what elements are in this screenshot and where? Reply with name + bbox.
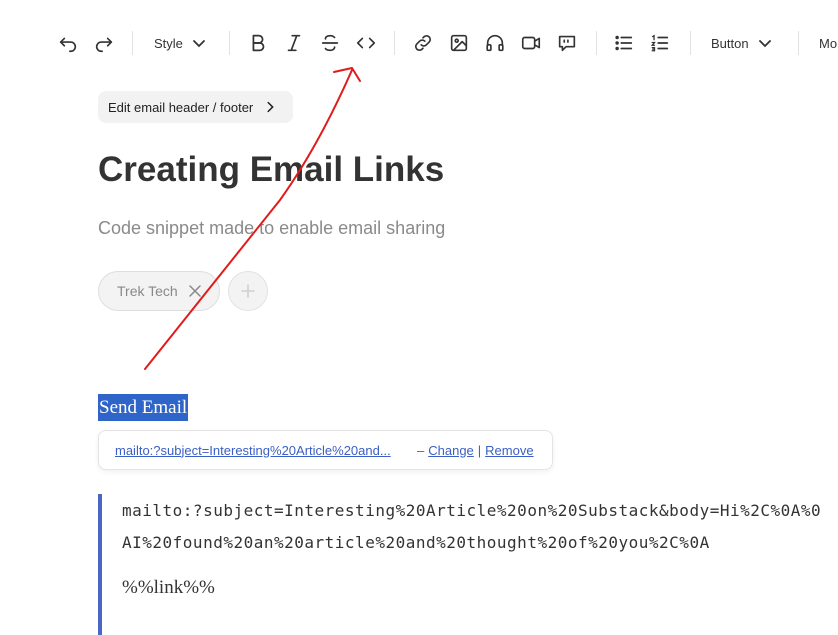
link-dash: –: [417, 442, 425, 458]
more-dropdown[interactable]: Mo: [819, 25, 837, 61]
link-separator: |: [477, 442, 482, 458]
add-tag-button[interactable]: [228, 271, 268, 311]
link-placeholder-text: %%link%%: [122, 577, 215, 598]
edit-header-footer-button[interactable]: Edit email header / footer: [98, 91, 293, 123]
post-title[interactable]: Creating Email Links: [98, 150, 444, 190]
video-icon[interactable]: [519, 25, 543, 61]
change-link-button[interactable]: Change: [428, 443, 474, 458]
tag-label: Trek Tech: [117, 283, 178, 299]
selected-link-text[interactable]: Send Email: [98, 394, 189, 421]
toolbar-divider: [798, 31, 799, 55]
toolbar-divider: [690, 31, 691, 55]
remove-link-button[interactable]: Remove: [485, 443, 533, 458]
bullet-list-icon[interactable]: [612, 25, 636, 61]
editor-toolbar: Style Button Mo: [0, 25, 838, 61]
undo-icon[interactable]: [56, 25, 80, 61]
button-dropdown[interactable]: Button: [711, 25, 773, 61]
plus-icon: [241, 284, 255, 298]
style-dropdown[interactable]: Style: [154, 25, 207, 61]
code-text: mailto:?subject=Interesting%20Article%20…: [122, 501, 822, 552]
comment-icon[interactable]: [555, 25, 579, 61]
chevron-down-icon: [758, 40, 771, 48]
blockquote[interactable]: mailto:?subject=Interesting%20Article%20…: [98, 494, 838, 635]
redo-icon[interactable]: [92, 25, 116, 61]
audio-icon[interactable]: [483, 25, 507, 61]
numbered-list-icon[interactable]: [648, 25, 672, 61]
image-icon[interactable]: [447, 25, 471, 61]
italic-icon[interactable]: [282, 25, 306, 61]
link-url[interactable]: mailto:?subject=Interesting%20Article%20…: [115, 443, 411, 458]
chevron-right-icon: [267, 101, 274, 113]
code-icon[interactable]: [354, 25, 378, 61]
toolbar-divider: [132, 31, 133, 55]
chevron-down-icon: [193, 40, 205, 48]
strikethrough-icon[interactable]: [318, 25, 342, 61]
bold-icon[interactable]: [246, 25, 270, 61]
link-popover: mailto:?subject=Interesting%20Article%20…: [98, 430, 553, 470]
toolbar-divider: [596, 31, 597, 55]
toolbar-divider: [394, 31, 395, 55]
toolbar-divider: [229, 31, 230, 55]
edit-header-footer-label: Edit email header / footer: [108, 99, 254, 115]
link-icon[interactable]: [411, 25, 435, 61]
tag-chip[interactable]: Trek Tech: [98, 271, 220, 311]
post-subtitle[interactable]: Code snippet made to enable email sharin…: [98, 218, 445, 239]
more-dropdown-label: Mo: [819, 35, 838, 51]
button-dropdown-label: Button: [711, 35, 749, 51]
style-dropdown-label: Style: [154, 35, 183, 51]
close-icon[interactable]: [187, 283, 203, 299]
